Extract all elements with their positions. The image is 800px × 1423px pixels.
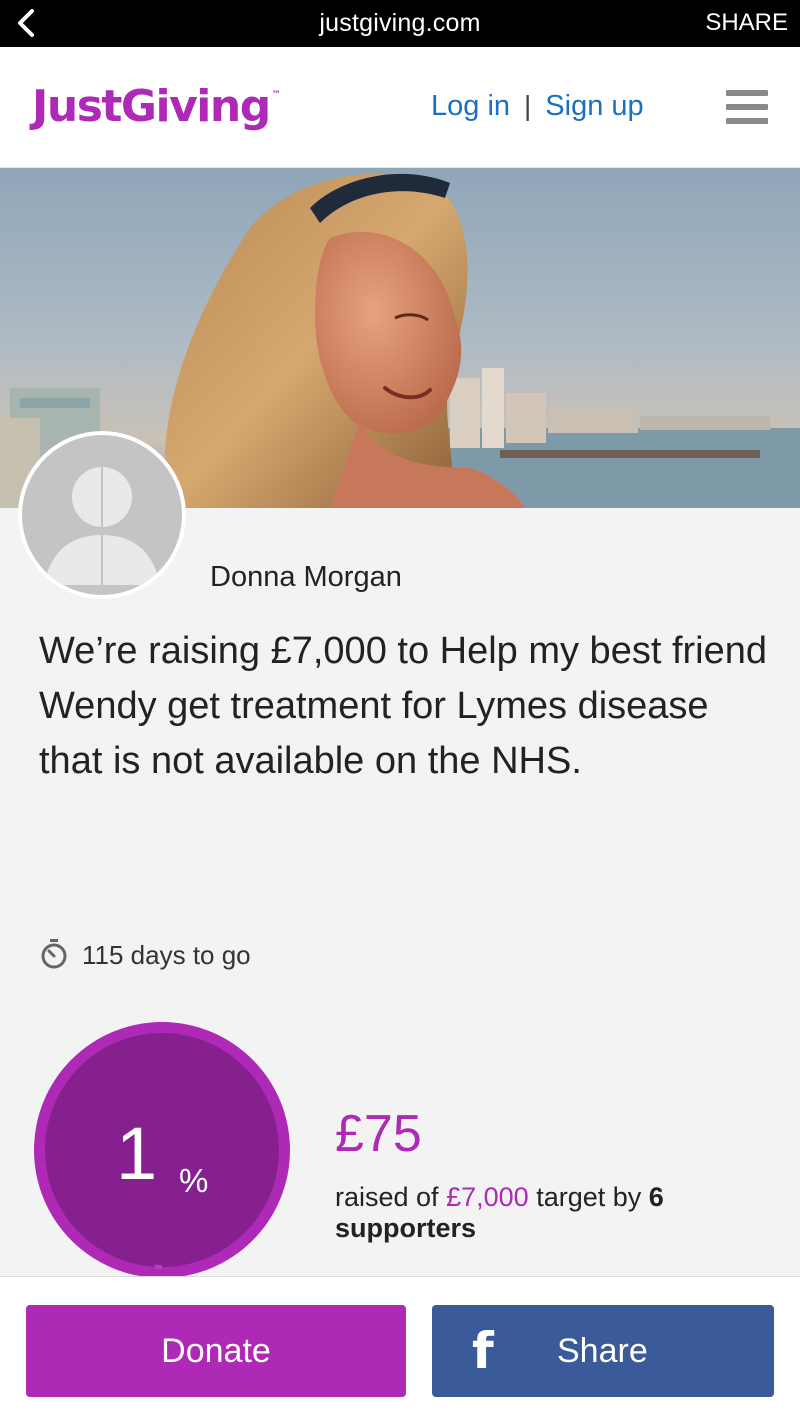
login-link[interactable]: Log in — [431, 90, 510, 122]
signup-link[interactable]: Sign up — [545, 90, 643, 122]
browser-share-button[interactable]: SHARE — [705, 9, 788, 37]
page-title: We’re raising £7,000 to Help my best fri… — [39, 630, 767, 782]
donate-button[interactable]: Donate — [26, 1305, 406, 1397]
raised-amount: £75 — [335, 1105, 422, 1163]
raised-summary: raised of £7,000 target by 6 supporters — [335, 1182, 735, 1244]
facebook-share-button[interactable]: f Share — [432, 1305, 774, 1397]
progress-percent: 1 % — [34, 1022, 290, 1278]
browser-bar: justgiving.com SHARE — [0, 0, 800, 47]
stopwatch-icon — [41, 939, 67, 969]
auth-separator: | — [524, 90, 532, 121]
target-amount: £7,000 — [446, 1182, 529, 1212]
progress-percent-value: 1 — [116, 1112, 158, 1195]
page-owner-name[interactable]: Donna Morgan — [210, 561, 402, 594]
raised-prefix: raised of — [335, 1182, 439, 1212]
hamburger-menu-icon[interactable] — [726, 90, 768, 124]
site-header: JustGiving ™ Log in | Sign up — [0, 47, 800, 168]
default-avatar-icon — [22, 435, 182, 595]
logo-text: JustGiving — [32, 81, 271, 132]
supporters-count: 6 — [648, 1182, 664, 1212]
days-remaining: 115 days to go — [40, 939, 251, 973]
progress-percent-symbol: % — [179, 1162, 209, 1199]
share-button-label: Share — [557, 1332, 648, 1370]
target-suffix: target by — [536, 1182, 642, 1212]
action-bar: Donate f Share — [0, 1276, 800, 1423]
avatar — [18, 431, 186, 599]
auth-links: Log in | Sign up — [431, 90, 644, 123]
logo-trademark: ™ — [271, 90, 281, 101]
browser-url[interactable]: justgiving.com — [0, 9, 800, 38]
supporters-label: supporters — [335, 1213, 477, 1243]
justgiving-logo[interactable]: JustGiving ™ — [32, 81, 281, 132]
facebook-icon: f — [472, 1322, 494, 1380]
days-remaining-label: 115 days to go — [82, 940, 251, 970]
